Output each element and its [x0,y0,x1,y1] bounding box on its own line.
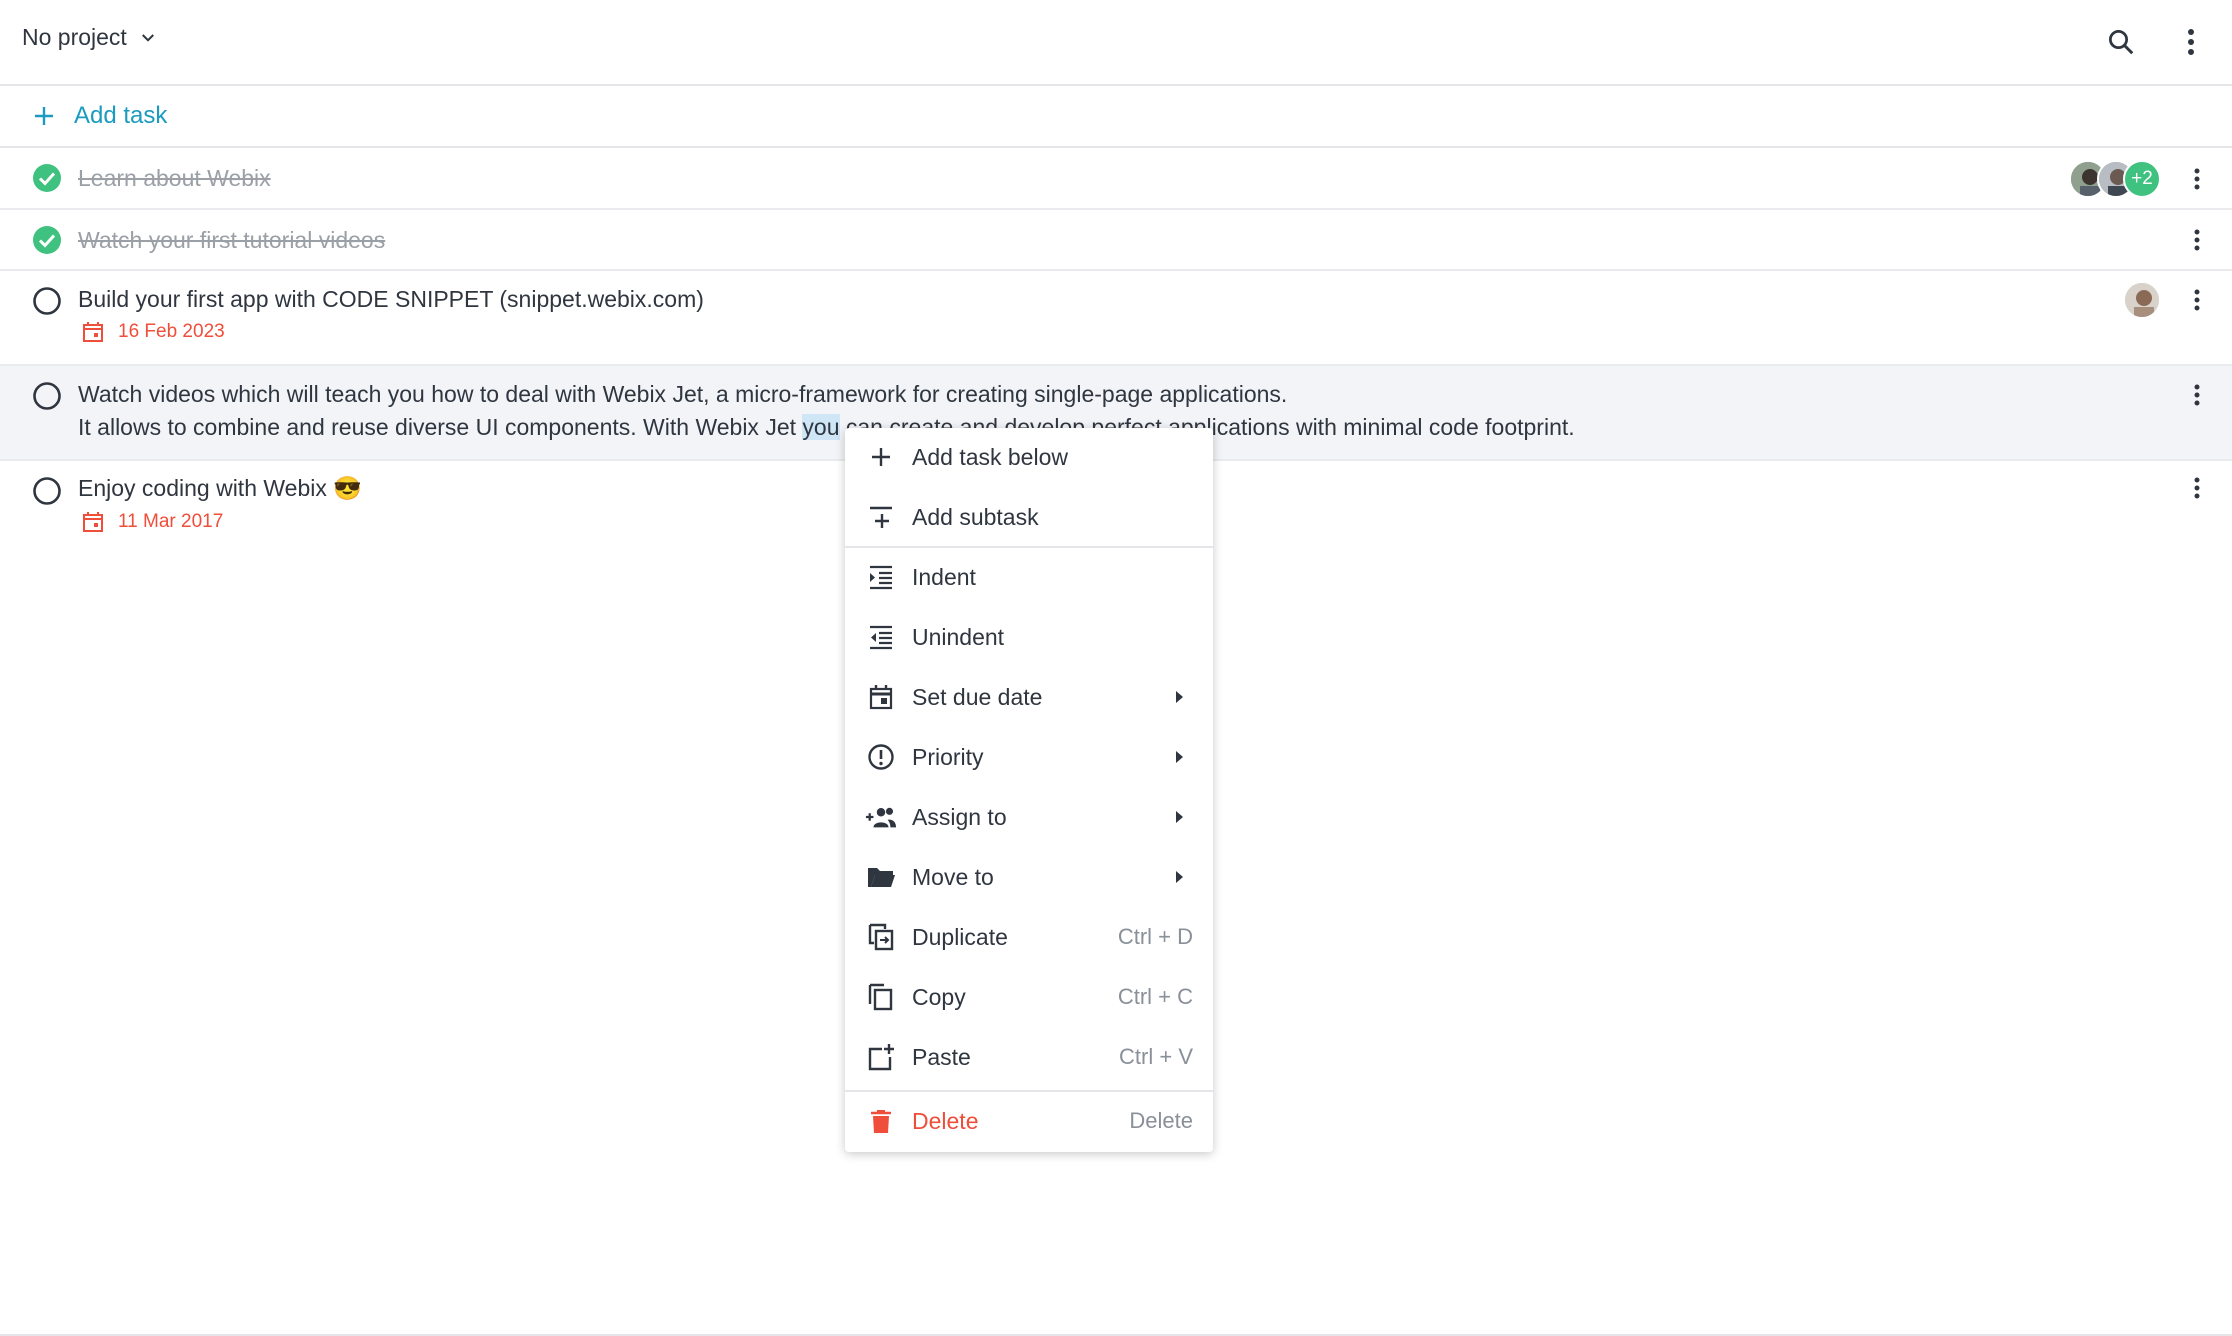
task-menu-button[interactable] [2182,380,2212,410]
trash-icon [865,1105,897,1137]
menu-item-set-due-date[interactable]: Set due date [845,668,1213,726]
submenu-arrow-icon [1176,871,1183,883]
vertical-dots-icon [2194,229,2200,251]
project-selector[interactable]: No project [22,24,157,51]
incomplete-circle-icon[interactable] [32,476,62,506]
menu-item-add-subtask[interactable]: Add subtask [845,488,1213,546]
unindent-icon [865,621,897,653]
add-subtask-icon [865,501,897,533]
task-menu-button[interactable] [2182,473,2212,503]
hotkey-label: Ctrl + V [1119,1044,1193,1069]
search-icon [2109,30,2134,55]
menu-item-copy[interactable]: Copy Ctrl + C [845,968,1213,1026]
search-button[interactable] [2101,22,2141,62]
task-text: Enjoy coding with Webix 😎 [78,475,362,501]
incomplete-circle-icon[interactable] [32,381,62,411]
task-menu-button[interactable] [2182,285,2212,315]
vertical-dots-icon [2194,477,2200,499]
chevron-down-icon [141,33,154,42]
task-menu-button[interactable] [2182,225,2212,255]
duplicate-icon [865,921,897,953]
paste-icon [865,1041,897,1073]
menu-item-indent[interactable]: Indent [845,548,1213,606]
calendar-icon [83,322,103,342]
vertical-dots-icon [2188,29,2194,55]
task-row[interactable]: Build your first app with CODE SNIPPET (… [0,271,2232,366]
due-date-text: 16 Feb 2023 [118,321,225,342]
project-label: No project [22,24,127,50]
due-date-text: 11 Mar 2017 [118,511,224,532]
context-menu: Add task below Add subtask Indent Uninde… [845,428,1213,1152]
extra-assignees-badge: +2 [2123,160,2161,198]
hotkey-label: Ctrl + C [1117,984,1193,1009]
hotkey-label: Ctrl + D [1117,924,1193,949]
submenu-arrow-icon [1176,811,1183,823]
completed-check-icon[interactable] [32,163,62,193]
menu-item-paste[interactable]: Paste Ctrl + V [845,1028,1213,1086]
due-date: 11 Mar 2017 [82,511,223,533]
task-menu-button[interactable] [2182,164,2212,194]
completed-check-icon[interactable] [32,225,62,255]
menu-item-priority[interactable]: Priority [845,728,1213,786]
plus-icon [35,107,53,125]
task-text: Watch your first tutorial videos [78,227,386,253]
due-date: 16 Feb 2023 [82,321,225,343]
task-row[interactable]: Watch your first tutorial videos [0,210,2232,271]
submenu-arrow-icon [1176,751,1183,763]
task-text-line: It allows to combine and reuse diverse U… [78,411,1575,444]
menu-item-add-task-below[interactable]: Add task below [845,428,1213,486]
calendar-icon [83,512,103,532]
add-task-button[interactable]: Add task [34,102,167,130]
plus-icon [865,441,897,473]
task-text-line: Watch videos which will teach you how to… [78,381,1288,407]
menu-item-duplicate[interactable]: Duplicate Ctrl + D [845,908,1213,966]
add-task-row: Add task [0,88,2232,148]
task-row[interactable]: Learn about Webix +2 [0,148,2232,210]
copy-icon [865,981,897,1013]
top-bar: No project [0,0,2232,86]
submenu-arrow-icon [1176,691,1183,703]
more-options-button[interactable] [2171,22,2211,62]
indent-icon [865,561,897,593]
menu-item-assign-to[interactable]: Assign to [845,788,1213,846]
avatar [2123,281,2161,319]
incomplete-circle-icon[interactable] [32,286,62,316]
vertical-dots-icon [2194,168,2200,190]
priority-icon [865,741,897,773]
vertical-dots-icon [2194,384,2200,406]
assign-icon [865,801,897,833]
vertical-dots-icon [2194,289,2200,311]
menu-item-unindent[interactable]: Unindent [845,608,1213,666]
menu-item-move-to[interactable]: Move to [845,848,1213,906]
selected-text: you [802,414,840,440]
folder-icon [865,861,897,893]
task-text: Build your first app with CODE SNIPPET (… [78,286,704,312]
hotkey-label: Delete [1129,1108,1193,1133]
task-text-segment: It allows to combine and reuse diverse U… [78,414,803,440]
calendar-icon [865,681,897,713]
add-task-label: Add task [74,102,168,129]
menu-item-delete[interactable]: Delete Delete [845,1092,1213,1150]
task-text: Learn about Webix [78,165,271,191]
